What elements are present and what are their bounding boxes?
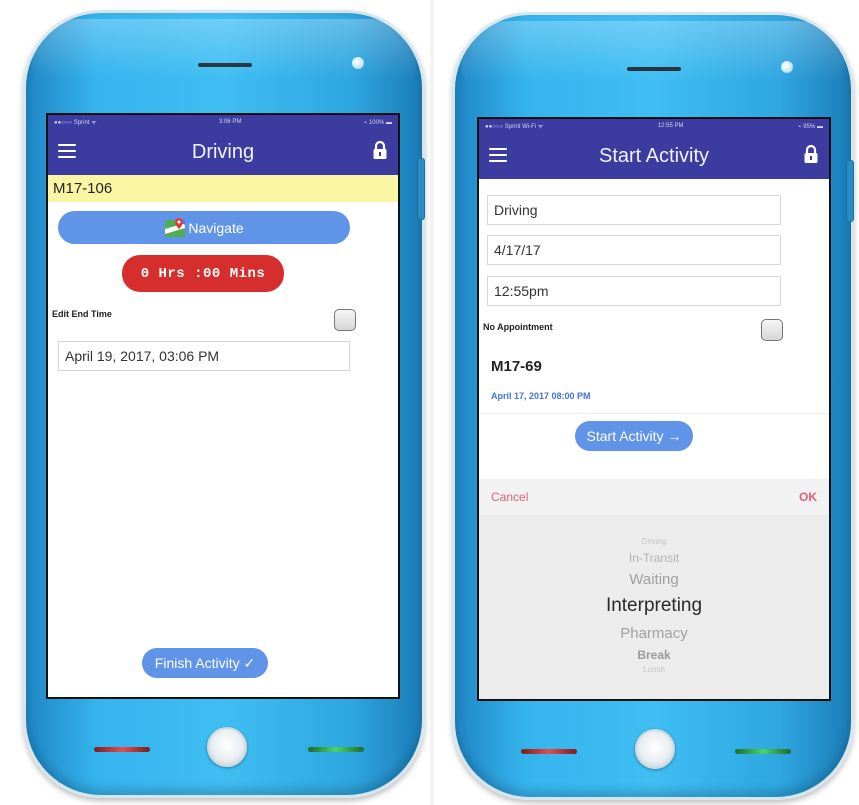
picker-option-selected[interactable]: Interpreting [479, 595, 829, 617]
home-button[interactable] [207, 727, 247, 767]
picker-cancel-button[interactable]: Cancel [491, 490, 528, 504]
activity-picker[interactable]: Cancel OK Driving In-Transit Waiting Int… [479, 479, 829, 699]
battery-indicator: ⌁ 95% ▬ [798, 123, 823, 130]
time-field[interactable]: 12:55pm [487, 276, 781, 306]
left-phone: ●●○○○ Sprint ᯤ 3:06 PM ⌁ 100% ▬ Driving … [23, 10, 425, 798]
case-id-bar: M17-106 [48, 175, 398, 202]
carrier-indicator: ●●○○○ Sprint ᯤ [54, 120, 97, 126]
edit-end-time-label: Edit End Time [52, 309, 112, 319]
no-appointment-label: No Appointment [483, 322, 553, 332]
hamburger-menu-icon[interactable] [58, 144, 76, 158]
nav-bar: Driving [48, 129, 398, 175]
image-divider [430, 0, 434, 805]
end-time-field[interactable]: April 19, 2017, 03:06 PM [58, 341, 350, 371]
left-red-indicator [94, 747, 150, 752]
navigate-button[interactable]: Navigate [58, 211, 350, 244]
right-phone: ●●○○○ Sprint Wi-Fi ᯤ 12:55 PM ⌁ 95% ▬ St… [452, 12, 854, 800]
navigate-label: Navigate [188, 219, 244, 236]
page-title: Start Activity [598, 144, 710, 167]
lock-icon[interactable] [803, 144, 819, 164]
elapsed-timer: 0 Hrs :00 Mins [122, 255, 284, 292]
nav-bar: Start Activity [479, 133, 829, 179]
right-red-indicator [521, 749, 577, 754]
battery-indicator: ⌁ 100% ▬ [363, 119, 392, 126]
divider [479, 413, 829, 414]
picker-toolbar: Cancel OK [479, 479, 829, 515]
picker-option[interactable]: Waiting [479, 571, 829, 588]
date-field[interactable]: 4/17/17 [487, 235, 781, 265]
left-green-indicator [308, 747, 364, 752]
left-screen: ●●○○○ Sprint ᯤ 3:06 PM ⌁ 100% ▬ Driving … [46, 113, 400, 699]
activity-type-field[interactable]: Driving [487, 195, 781, 225]
home-button[interactable] [635, 729, 675, 769]
google-maps-icon [165, 217, 186, 237]
picker-option[interactable]: Pharmacy [479, 625, 829, 642]
appointment-id: M17-69 [491, 358, 542, 375]
page-title: Driving [191, 140, 255, 163]
side-button [846, 160, 854, 222]
right-green-indicator [735, 749, 791, 754]
hamburger-menu-icon[interactable] [489, 148, 507, 162]
carrier-indicator: ●●○○○ Sprint Wi-Fi ᯤ [485, 124, 544, 130]
picker-option[interactable]: In-Transit [479, 551, 829, 565]
picker-option[interactable]: Driving [479, 537, 829, 546]
appointment-date: April 17, 2017 08:00 PM [491, 391, 591, 401]
no-appointment-checkbox[interactable] [761, 319, 783, 341]
start-activity-button[interactable]: Start Activity → [575, 421, 693, 451]
status-bar: ●●○○○ Sprint Wi-Fi ᯤ 12:55 PM ⌁ 95% ▬ [479, 119, 829, 133]
lock-icon[interactable] [372, 140, 388, 160]
side-button [417, 158, 425, 220]
picker-option[interactable]: Break [479, 648, 829, 662]
front-camera-icon [781, 61, 793, 73]
front-camera-icon [352, 57, 364, 69]
case-id: M17-106 [53, 180, 113, 197]
right-screen: ●●○○○ Sprint Wi-Fi ᯤ 12:55 PM ⌁ 95% ▬ St… [477, 117, 831, 701]
clock: 3:06 PM [218, 119, 242, 125]
finish-activity-button[interactable]: Finish Activity ✓ [142, 648, 268, 678]
clock: 12:55 PM [657, 123, 684, 129]
earpiece-speaker [198, 63, 252, 67]
picker-option[interactable]: Lunch [479, 665, 829, 674]
edit-end-time-checkbox[interactable] [334, 309, 356, 331]
earpiece-speaker [627, 67, 681, 71]
picker-ok-button[interactable]: OK [799, 490, 817, 504]
status-bar: ●●○○○ Sprint ᯤ 3:06 PM ⌁ 100% ▬ [48, 115, 398, 129]
